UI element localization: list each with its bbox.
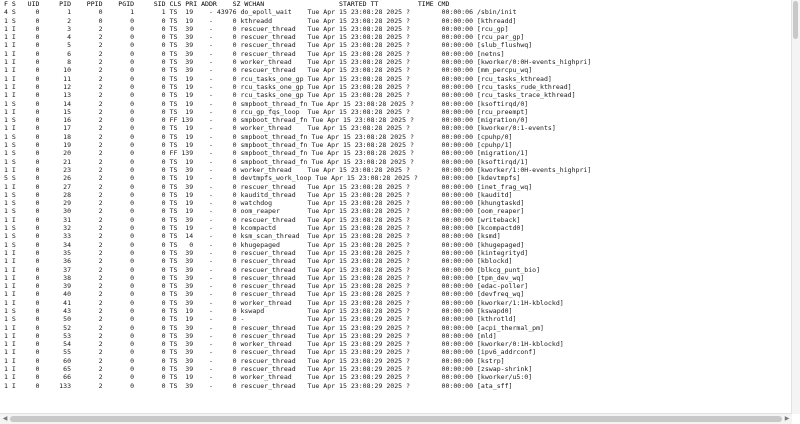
process-row: 1 I 0 41 2 0 0 TS 39 - 0 worker_thread T…	[4, 298, 564, 307]
process-row: 1 I 0 4 2 0 0 TS 39 - 0 rescuer_thread T…	[4, 33, 525, 42]
process-row: 1 I 0 53 2 0 0 TS 39 - 0 rescuer_thread …	[4, 331, 497, 340]
horizontal-scroll-thumb[interactable]	[10, 416, 782, 422]
process-row: 1 I 0 54 2 0 0 TS 39 - 0 worker_thread T…	[4, 340, 564, 349]
process-row: 1 I 0 6 2 0 0 TS 39 - 0 rescuer_thread T…	[4, 49, 505, 58]
scroll-left-arrow-icon[interactable]: ◀	[1, 415, 9, 423]
process-row: 1 I 0 52 2 0 0 TS 39 - 0 rescuer_thread …	[4, 323, 544, 332]
process-row: 1 I 0 37 2 0 0 TS 39 - 0 rescuer_thread …	[4, 265, 541, 274]
process-row: 1 S 0 2 0 0 0 TS 19 - 0 kthreadd Tue Apr…	[4, 16, 517, 25]
process-row: 1 I 0 10 2 0 0 TS 39 - 0 rescuer_thread …	[4, 66, 533, 75]
process-row: 1 S 0 14 2 0 0 TS 19 - 0 smpboot_thread_…	[4, 99, 529, 108]
process-row: 1 I 0 3 2 0 0 TS 39 - 0 rescuer_thread T…	[4, 24, 509, 33]
process-row: 1 I 0 60 2 0 0 TS 39 - 0 rescuer_thread …	[4, 356, 505, 365]
process-row: 1 I 0 17 2 0 0 TS 19 - 0 worker_thread T…	[4, 124, 556, 133]
process-row: 1 I 0 12 2 0 0 TS 19 - 0 rcu_tasks_one_g…	[4, 82, 572, 91]
process-row: 1 I 0 31 2 0 0 TS 39 - 0 rescuer_thread …	[4, 215, 521, 224]
process-row: 1 I 0 65 2 0 0 TS 39 - 0 rescuer_thread …	[4, 365, 533, 374]
process-row: 1 I 0 55 2 0 0 TS 39 - 0 rescuer_thread …	[4, 348, 537, 357]
process-row: 1 S 0 29 2 0 0 TS 19 - 0 watchdog Tue Ap…	[4, 199, 525, 208]
process-row: 1 I 0 27 2 0 0 TS 39 - 0 rescuer_thread …	[4, 182, 533, 191]
horizontal-scrollbar[interactable]: ◀ ▶	[0, 413, 792, 424]
process-row: 1 S 0 50 2 0 0 TS 19 - 0 - Tue Apr 15 23…	[4, 315, 517, 324]
process-row: 1 S 0 21 2 0 0 TS 19 - 0 smpboot_thread_…	[4, 157, 529, 166]
process-row: 4 S 0 1 0 1 1 TS 19 - 43976 do_epoll_wai…	[4, 8, 517, 17]
process-row: 1 S 0 19 2 0 0 TS 19 - 0 smpboot_thread_…	[4, 141, 513, 150]
process-row: 5 S 0 26 2 0 0 TS 19 - 0 devtmpfs_work_l…	[4, 174, 521, 183]
process-row: 1 I 0 23 2 0 0 TS 39 - 0 worker_thread T…	[4, 165, 592, 174]
process-row: 1 S 0 32 2 0 0 TS 19 - 0 kcompactd Tue A…	[4, 224, 525, 233]
process-row: 1 I 0 66 2 0 0 TS 19 - 0 worker_thread T…	[4, 373, 533, 382]
process-row: 1 I 0 13 2 0 0 TS 19 - 0 rcu_tasks_one_g…	[4, 91, 576, 100]
process-row: 1 S 0 33 2 0 0 TS 14 - 0 ksm_scan_thread…	[4, 232, 501, 241]
process-table-header: F S UID PID PPID PGID SID CLS PRI ADDR S…	[4, 0, 450, 8]
process-row: 1 I 0 5 2 0 0 TS 39 - 0 rescuer_thread T…	[4, 41, 533, 50]
vertical-scrollbar[interactable]	[791, 0, 800, 414]
process-row: 1 I 0 15 2 0 0 TS 19 - 0 rcu_gp_fqs_loop…	[4, 107, 529, 116]
process-row: 1 S 0 34 2 0 0 TS 0 - 0 khugepaged Tue A…	[4, 240, 525, 249]
process-row: 1 I 0 38 2 0 0 TS 39 - 0 rescuer_thread …	[4, 273, 525, 282]
process-row: 1 S 0 43 2 0 0 TS 19 - 0 kswapd Tue Apr …	[4, 306, 513, 315]
terminal-output[interactable]: F S UID PID PPID PGID SID CLS PRI ADDR S…	[0, 0, 792, 414]
process-row: 1 I 0 8 2 0 0 TS 39 - 0 worker_thread Tu…	[4, 58, 592, 67]
scroll-right-arrow-icon[interactable]: ▶	[783, 415, 791, 423]
process-row: 1 I 0 40 2 0 0 TS 39 - 0 rescuer_thread …	[4, 290, 525, 299]
vertical-scroll-thumb[interactable]	[793, 1, 798, 39]
process-row: 1 I 0 36 2 0 0 TS 39 - 0 rescuer_thread …	[4, 257, 513, 266]
process-row: 1 S 0 16 2 0 0 FF 139 - 0 smpboot_thread…	[4, 116, 529, 125]
process-row: 1 S 0 20 2 0 0 FF 139 - 0 smpboot_thread…	[4, 149, 529, 158]
process-row: 1 I 0 39 2 0 0 TS 39 - 0 rescuer_thread …	[4, 282, 529, 291]
process-row: 1 S 0 28 2 0 0 TS 19 - 0 kauditd_thread …	[4, 190, 513, 199]
process-row: 1 S 0 30 2 0 0 TS 19 - 0 oom_reaper Tue …	[4, 207, 525, 216]
process-row: 1 S 0 18 2 0 0 TS 19 - 0 smpboot_thread_…	[4, 132, 513, 141]
process-table-body: 4 S 0 1 0 1 1 TS 19 - 43976 do_epoll_wai…	[0, 8, 792, 390]
process-row: 1 I 0 35 2 0 0 TS 39 - 0 rescuer_thread …	[4, 248, 529, 257]
process-row: 1 I 0 133 2 0 0 TS 39 - 0 rescuer_thread…	[4, 381, 513, 390]
process-row: 1 I 0 11 2 0 0 TS 19 - 0 rcu_tasks_one_g…	[4, 74, 552, 83]
